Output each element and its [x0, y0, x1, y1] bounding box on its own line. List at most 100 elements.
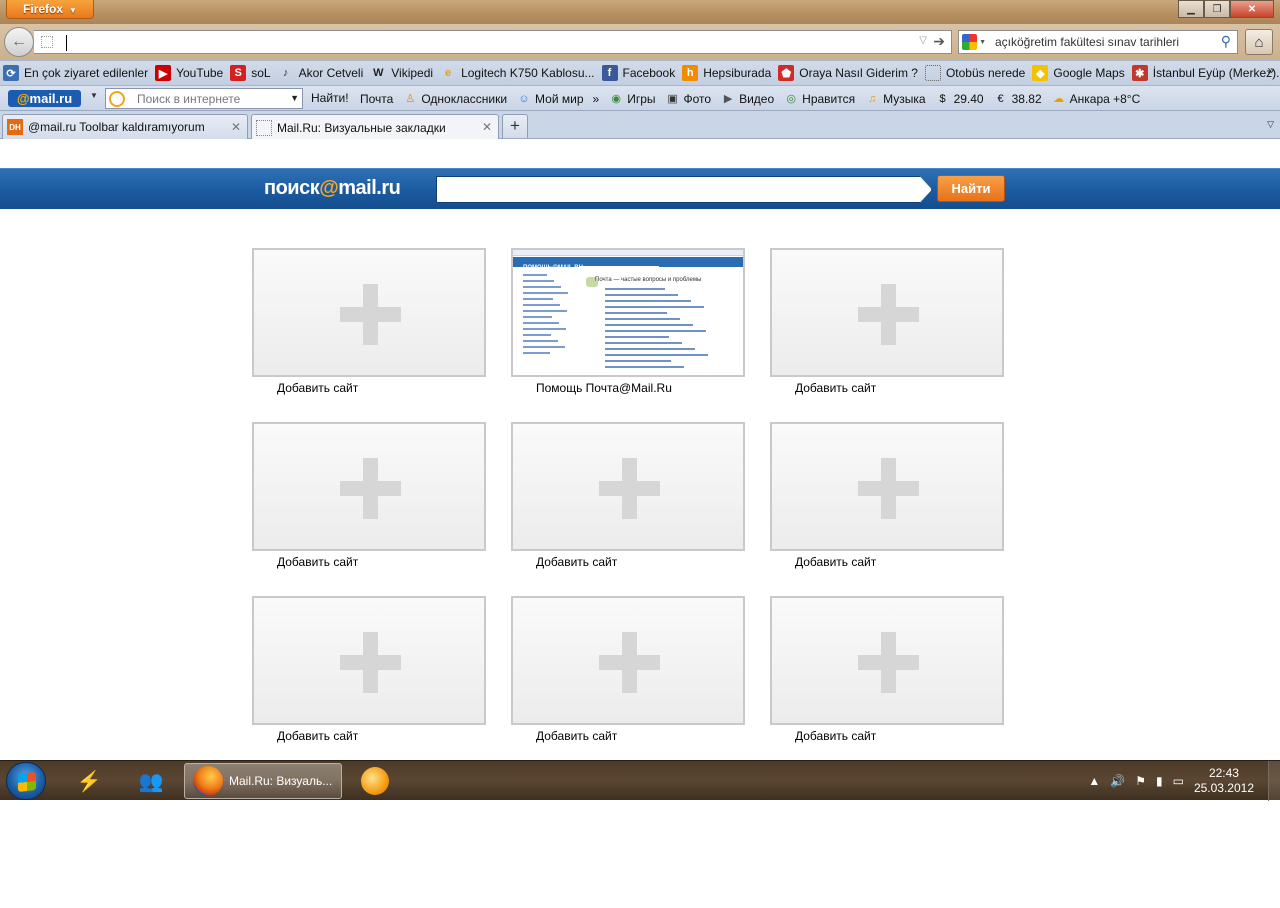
- close-tab-icon[interactable]: ✕: [482, 120, 492, 134]
- empty-bookmark-tile[interactable]: [511, 596, 745, 725]
- add-plus-icon: [858, 632, 919, 693]
- add-site-label[interactable]: Добавить сайт: [795, 555, 876, 569]
- history-dropdown-icon[interactable]: ▽: [919, 35, 927, 46]
- bookmark-item[interactable]: f Facebook: [599, 62, 680, 84]
- search-input[interactable]: açıköğretim fakültesi sınav tarihleri: [995, 35, 1179, 49]
- mailru-menu-dropdown-icon[interactable]: ▼: [90, 91, 98, 100]
- mosque-icon: ✱: [1131, 65, 1148, 81]
- bookmark-title[interactable]: Помощь Почта@Mail.Ru: [536, 381, 672, 395]
- mailru-item-label: Видео: [739, 91, 775, 106]
- empty-bookmark-tile[interactable]: [770, 422, 1004, 551]
- bookmark-item[interactable]: SsoL: [227, 62, 274, 84]
- new-tab-button[interactable]: +: [502, 114, 528, 138]
- bookmark-item[interactable]: ⬟ Oraya Nasıl Giderim ?: [775, 62, 922, 84]
- page-search-input[interactable]: [436, 176, 932, 203]
- mailru-toolbar-item[interactable]: $29.40: [935, 91, 984, 107]
- blank-page-icon: [924, 65, 941, 81]
- mailru-find-button[interactable]: Найти!: [311, 91, 349, 105]
- show-desktop-button[interactable]: [1268, 761, 1280, 801]
- empty-bookmark-tile[interactable]: [770, 596, 1004, 725]
- mailru-toolbar-item[interactable]: ▣ Фото: [665, 91, 711, 107]
- mailru-toolbar-item[interactable]: ♫ Музыка: [864, 91, 926, 107]
- mailru-toolbar-item[interactable]: ◎ Нравится: [783, 91, 855, 107]
- photo-icon: ▣: [667, 93, 678, 105]
- tab-mailru-toolbar-thread[interactable]: DH @mail.ru Toolbar kaldıramıyorum ✕: [2, 114, 248, 139]
- empty-bookmark-tile[interactable]: [252, 422, 486, 551]
- bookmark-label: Oraya Nasıl Giderim ?: [799, 66, 918, 80]
- add-site-label[interactable]: Добавить сайт: [277, 555, 358, 569]
- mailru-search-field[interactable]: Поиск в интернете ▼: [105, 88, 303, 109]
- tab-list-chevron-icon[interactable]: ▽: [1267, 119, 1274, 130]
- euro-icon: €: [997, 92, 1004, 105]
- add-site-label[interactable]: Добавить сайт: [536, 729, 617, 743]
- winamp-icon[interactable]: ⚡: [74, 766, 104, 796]
- search-engine-selector[interactable]: ▼: [962, 34, 986, 50]
- back-button[interactable]: ←: [4, 27, 34, 57]
- power-icon[interactable]: ▮: [1156, 774, 1163, 788]
- bookmark-item[interactable]: ✱ İstanbul Eyüp (Merkez)...: [1129, 62, 1280, 84]
- add-site-label[interactable]: Добавить сайт: [795, 729, 876, 743]
- clock[interactable]: 22:43 25.03.2012: [1194, 766, 1254, 796]
- messenger-icon[interactable]: 👥: [136, 766, 166, 796]
- empty-bookmark-tile[interactable]: [770, 248, 1004, 377]
- toolbar-overflow-icon[interactable]: »: [593, 92, 600, 106]
- empty-bookmark-tile[interactable]: [252, 596, 486, 725]
- add-site-label[interactable]: Добавить сайт: [536, 555, 617, 569]
- mailru-toolbar-item[interactable]: ☺ Мой мир: [516, 91, 583, 107]
- mailru-toolbar-item[interactable]: ▶ Видео: [720, 91, 774, 107]
- site-identity-icon[interactable]: [41, 36, 53, 48]
- browser-window: Firefox ▼ ▁ ❐ ✕ ← ▽ ➔ ▼ açıköğretim fakül…: [0, 0, 1280, 908]
- home-button[interactable]: ⌂: [1245, 29, 1273, 55]
- url-bar[interactable]: ▽ ➔: [34, 30, 952, 54]
- mailru-toolbar-item[interactable]: ♙ Одноклассники: [402, 91, 507, 107]
- url-input[interactable]: [66, 35, 906, 51]
- title-bar: Firefox ▼ ▁ ❐ ✕: [0, 0, 1280, 24]
- mailru-agent-icon[interactable]: [360, 766, 390, 796]
- page-thumbnail: ПОМОЩЬ@MAIL.RU Почта — частые вопросы и п…: [513, 250, 743, 375]
- empty-bookmark-tile[interactable]: [252, 248, 486, 377]
- hepsiburada-icon: h: [682, 65, 699, 81]
- mailru-toolbar-item[interactable]: ◉ Игры: [608, 91, 655, 107]
- bookmark-item[interactable]: h Hepsiburada: [679, 62, 775, 84]
- page-search-button[interactable]: Найти: [937, 175, 1005, 202]
- bookmark-item[interactable]: e Logitech K750 Kablosu...: [437, 62, 598, 84]
- bookmark-item[interactable]: ⟳ En çok ziyaret edilenler: [0, 62, 152, 84]
- tab-visual-bookmarks[interactable]: Mail.Ru: Визуальные закладки ✕: [251, 114, 499, 140]
- add-plus-icon: [599, 632, 660, 693]
- mailru-item-label: 38.82: [1011, 91, 1042, 106]
- add-site-label[interactable]: Добавить сайт: [277, 381, 358, 395]
- start-button[interactable]: [6, 762, 46, 800]
- bookmark-item[interactable]: ♪ Akor Cetveli: [275, 62, 368, 84]
- magnifier-icon[interactable]: ⚲: [1221, 33, 1231, 50]
- mailru-toolbar-item[interactable]: Почта: [360, 92, 393, 106]
- search-bar[interactable]: ▼ açıköğretim fakültesi sınav tarihleri …: [958, 30, 1238, 54]
- mailru-toolbar: @mail.ru ▼ Поиск в интернете ▼ Найти! По…: [0, 85, 1280, 111]
- bookmark-item[interactable]: Otobüs nerede: [922, 62, 1029, 84]
- close-tab-icon[interactable]: ✕: [231, 120, 241, 134]
- bookmark-thumbnail-tile[interactable]: ПОМОЩЬ@MAIL.RU Почта — частые вопросы и п…: [511, 248, 745, 377]
- maximize-button[interactable]: ❐: [1204, 0, 1230, 18]
- show-hidden-icons-icon[interactable]: ▲: [1088, 774, 1100, 788]
- mailru-logo[interactable]: @mail.ru: [8, 90, 81, 107]
- chevron-down-icon[interactable]: ▼: [290, 93, 299, 103]
- close-window-button[interactable]: ✕: [1230, 0, 1274, 18]
- firefox-menu-button[interactable]: Firefox ▼: [6, 0, 94, 19]
- bookmark-item[interactable]: W Vikipedi: [367, 62, 437, 84]
- network-icon[interactable]: ▭: [1173, 774, 1184, 788]
- add-site-label[interactable]: Добавить сайт: [277, 729, 358, 743]
- mailru-toolbar-item[interactable]: €38.82: [993, 91, 1042, 107]
- empty-bookmark-tile[interactable]: [511, 422, 745, 551]
- bookmark-item[interactable]: ▶ YouTube: [152, 62, 227, 84]
- volume-icon[interactable]: 🔊: [1110, 774, 1125, 788]
- action-center-flag-icon[interactable]: ⚑: [1135, 774, 1146, 788]
- mailru-search-header: поиск@mail.ru Найти: [0, 168, 1280, 209]
- bookmarks-overflow-icon[interactable]: »: [1267, 63, 1274, 77]
- poisk-mailru-logo[interactable]: поиск@mail.ru: [264, 177, 401, 200]
- chevron-down-icon: ▼: [979, 38, 986, 46]
- bookmark-item[interactable]: ◆ Google Maps: [1029, 62, 1128, 84]
- mailru-toolbar-item[interactable]: ☁ Анкара +8°C: [1051, 91, 1140, 107]
- taskbar-firefox-window[interactable]: Mail.Ru: Визуаль...: [184, 763, 342, 799]
- minimize-button[interactable]: ▁: [1178, 0, 1204, 18]
- go-arrow-icon[interactable]: ➔: [933, 33, 945, 50]
- add-site-label[interactable]: Добавить сайт: [795, 381, 876, 395]
